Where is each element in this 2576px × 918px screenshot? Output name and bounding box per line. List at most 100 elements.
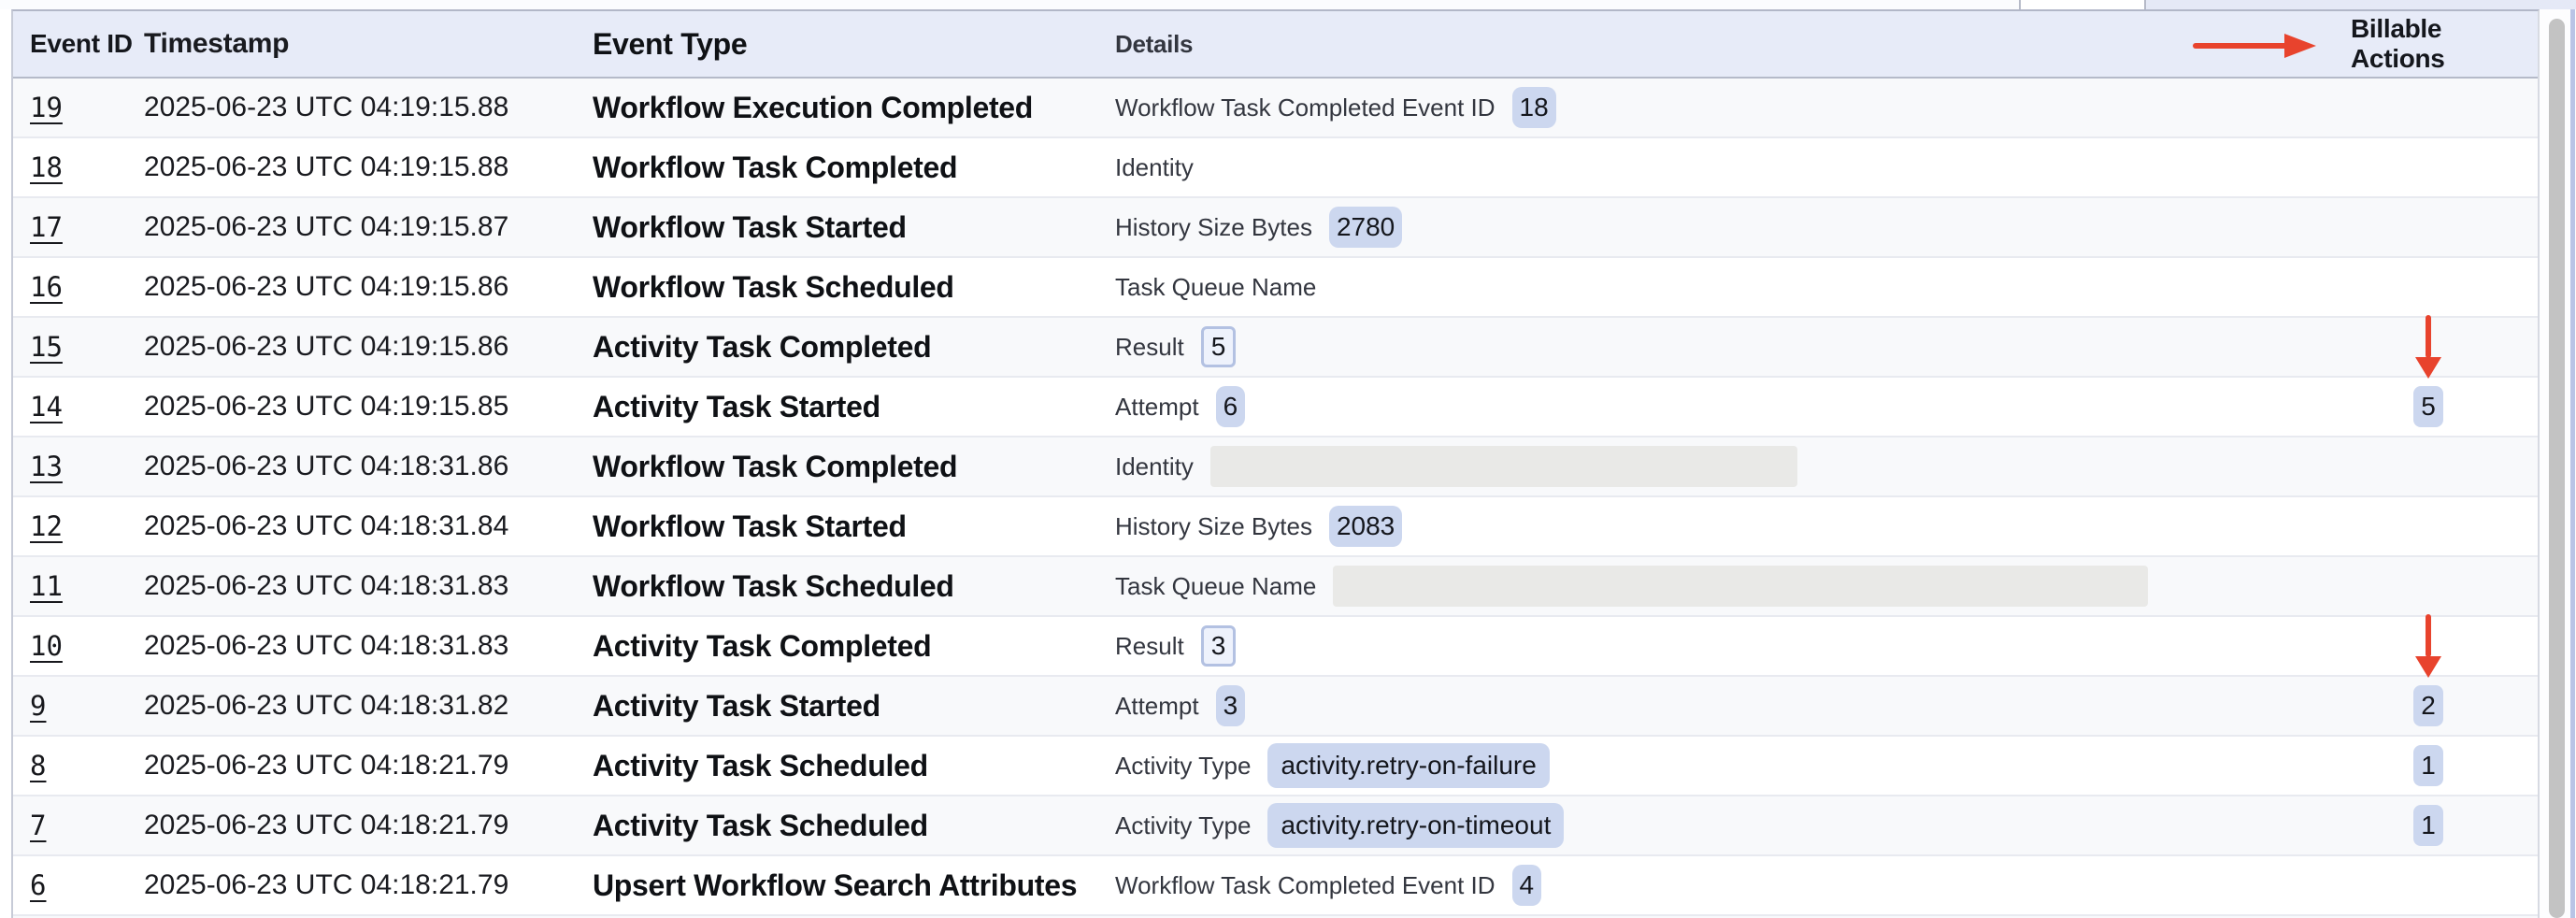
billable-actions-badge: 5	[2413, 386, 2443, 427]
event-id-cell: 10	[13, 630, 144, 662]
detail-value-badge: 2083	[1329, 506, 1402, 547]
event-type: Workflow Task Completed	[593, 450, 1115, 484]
vertical-scrollbar-thumb[interactable]	[2549, 19, 2565, 918]
timestamp: 2025-06-23 UTC 04:19:15.88	[144, 92, 593, 123]
timestamp: 2025-06-23 UTC 04:19:15.86	[144, 331, 593, 363]
event-id-cell: 14	[13, 391, 144, 423]
detail-value-badge: 5	[1201, 326, 1237, 367]
event-id-link[interactable]: 18	[30, 151, 63, 183]
detail-value-badge: 3	[1201, 625, 1237, 667]
table-row[interactable]: 10 2025-06-23 UTC 04:18:31.83 Activity T…	[13, 617, 2538, 677]
timestamp: 2025-06-23 UTC 04:18:31.83	[144, 630, 593, 662]
event-history-screen: { "colors": { "header_bg": "#e7ebf8", "z…	[0, 0, 2576, 918]
detail-label: History Size Bytes	[1115, 213, 1312, 242]
table-row[interactable]: 14 2025-06-23 UTC 04:19:15.85 Activity T…	[13, 378, 2538, 437]
table-row[interactable]: 17 2025-06-23 UTC 04:19:15.87 Workflow T…	[13, 198, 2538, 258]
event-type: Activity Task Scheduled	[593, 809, 1115, 843]
billable-actions-cell: 5	[2351, 386, 2538, 427]
event-type: Workflow Task Started	[593, 509, 1115, 544]
billable-actions-cell: 1	[2351, 805, 2538, 846]
table-row[interactable]: 8 2025-06-23 UTC 04:18:21.79 Activity Ta…	[13, 737, 2538, 796]
red-arrow-down-icon	[2411, 313, 2445, 380]
timestamp: 2025-06-23 UTC 04:18:31.84	[144, 510, 593, 542]
event-id-cell: 16	[13, 271, 144, 303]
billable-actions-badge: 1	[2413, 805, 2443, 846]
event-type: Activity Task Scheduled	[593, 749, 1115, 783]
table-row[interactable]: 16 2025-06-23 UTC 04:19:15.86 Workflow T…	[13, 258, 2538, 318]
event-details: Result 3	[1115, 625, 2351, 667]
event-id-link[interactable]: 8	[30, 750, 46, 782]
top-edge-white-box	[2019, 0, 2146, 9]
timestamp: 2025-06-23 UTC 04:19:15.88	[144, 151, 593, 183]
event-id-cell: 19	[13, 92, 144, 123]
event-id-link[interactable]: 10	[30, 630, 63, 662]
column-header-event-id: Event ID	[13, 29, 144, 59]
event-id-link[interactable]: 14	[30, 391, 63, 423]
event-id-cell: 8	[13, 750, 144, 782]
event-id-cell: 18	[13, 151, 144, 183]
table-row[interactable]: 15 2025-06-23 UTC 04:19:15.86 Activity T…	[13, 318, 2538, 378]
table-row[interactable]: 12 2025-06-23 UTC 04:18:31.84 Workflow T…	[13, 497, 2538, 557]
event-id-link[interactable]: 19	[30, 92, 63, 123]
timestamp: 2025-06-23 UTC 04:18:31.82	[144, 690, 593, 722]
timestamp: 2025-06-23 UTC 04:19:15.87	[144, 211, 593, 243]
event-id-link[interactable]: 6	[30, 869, 46, 901]
event-type: Activity Task Started	[593, 689, 1115, 724]
table-row[interactable]: 13 2025-06-23 UTC 04:18:31.86 Workflow T…	[13, 437, 2538, 497]
event-id-cell: 9	[13, 690, 144, 722]
event-type: Workflow Execution Completed	[593, 91, 1115, 125]
timestamp: 2025-06-23 UTC 04:18:21.79	[144, 810, 593, 841]
table-header-row: Event ID Timestamp Event Type Details Bi…	[13, 11, 2538, 79]
detail-value-badge: 18	[1512, 87, 1556, 128]
detail-label: Task Queue Name	[1115, 572, 1316, 601]
event-type: Workflow Task Started	[593, 210, 1115, 245]
table-row[interactable]: 11 2025-06-23 UTC 04:18:31.83 Workflow T…	[13, 557, 2538, 617]
event-id-cell: 17	[13, 211, 144, 243]
detail-label: History Size Bytes	[1115, 512, 1312, 541]
red-arrow-down-icon	[2411, 612, 2445, 680]
event-details: Attempt 6	[1115, 386, 2351, 427]
table-row[interactable]: 7 2025-06-23 UTC 04:18:21.79 Activity Ta…	[13, 796, 2538, 856]
table-row[interactable]: 18 2025-06-23 UTC 04:19:15.88 Workflow T…	[13, 138, 2538, 198]
detail-value-badge: 6	[1216, 386, 1246, 427]
event-id-link[interactable]: 7	[30, 810, 46, 841]
event-details: History Size Bytes 2780	[1115, 207, 2351, 248]
detail-value-badge: 4	[1512, 865, 1542, 906]
event-id-link[interactable]: 15	[30, 331, 63, 363]
event-details: Task Queue Name	[1115, 273, 2351, 302]
detail-value-badge: activity.retry-on-failure	[1267, 743, 1549, 788]
event-id-cell: 11	[13, 570, 144, 602]
event-details: Workflow Task Completed Event ID 18	[1115, 87, 2351, 128]
event-id-link[interactable]: 12	[30, 510, 63, 542]
detail-label: Workflow Task Completed Event ID	[1115, 871, 1496, 900]
event-id-link[interactable]: 17	[30, 211, 63, 243]
billable-actions-cell: 1	[2351, 745, 2538, 786]
event-details: Identity	[1115, 446, 2351, 487]
billable-actions-badge: 2	[2413, 685, 2443, 726]
redacted-value-block	[1210, 446, 1797, 487]
table-row[interactable]: 9 2025-06-23 UTC 04:18:31.82 Activity Ta…	[13, 677, 2538, 737]
billable-actions-cell	[2351, 317, 2538, 377]
column-header-billable-actions: Billable Actions	[2351, 14, 2538, 74]
event-details: History Size Bytes 2083	[1115, 506, 2351, 547]
billable-actions-cell: 2	[2351, 685, 2538, 726]
table-row[interactable]: 19 2025-06-23 UTC 04:19:15.88 Workflow E…	[13, 79, 2538, 138]
event-details: Attempt 3	[1115, 685, 2351, 726]
red-arrow-right-icon	[2193, 33, 2318, 59]
column-header-timestamp: Timestamp	[144, 28, 593, 60]
event-id-link[interactable]: 16	[30, 271, 63, 303]
event-history-table: Event ID Timestamp Event Type Details Bi…	[11, 9, 2540, 918]
event-id-link[interactable]: 13	[30, 451, 63, 482]
event-id-link[interactable]: 9	[30, 690, 46, 722]
table-row[interactable]: 6 2025-06-23 UTC 04:18:21.79 Upsert Work…	[13, 856, 2538, 916]
event-id-cell: 7	[13, 810, 144, 841]
timestamp: 2025-06-23 UTC 04:19:15.86	[144, 271, 593, 303]
column-header-event-type: Event Type	[593, 27, 1115, 62]
detail-label: Activity Type	[1115, 752, 1251, 781]
event-id-cell: 12	[13, 510, 144, 542]
timestamp: 2025-06-23 UTC 04:18:31.86	[144, 451, 593, 482]
panel-right-border	[2570, 9, 2575, 918]
detail-value-badge: activity.retry-on-timeout	[1267, 803, 1564, 848]
event-id-link[interactable]: 11	[30, 570, 63, 602]
billable-actions-cell	[2351, 616, 2538, 676]
